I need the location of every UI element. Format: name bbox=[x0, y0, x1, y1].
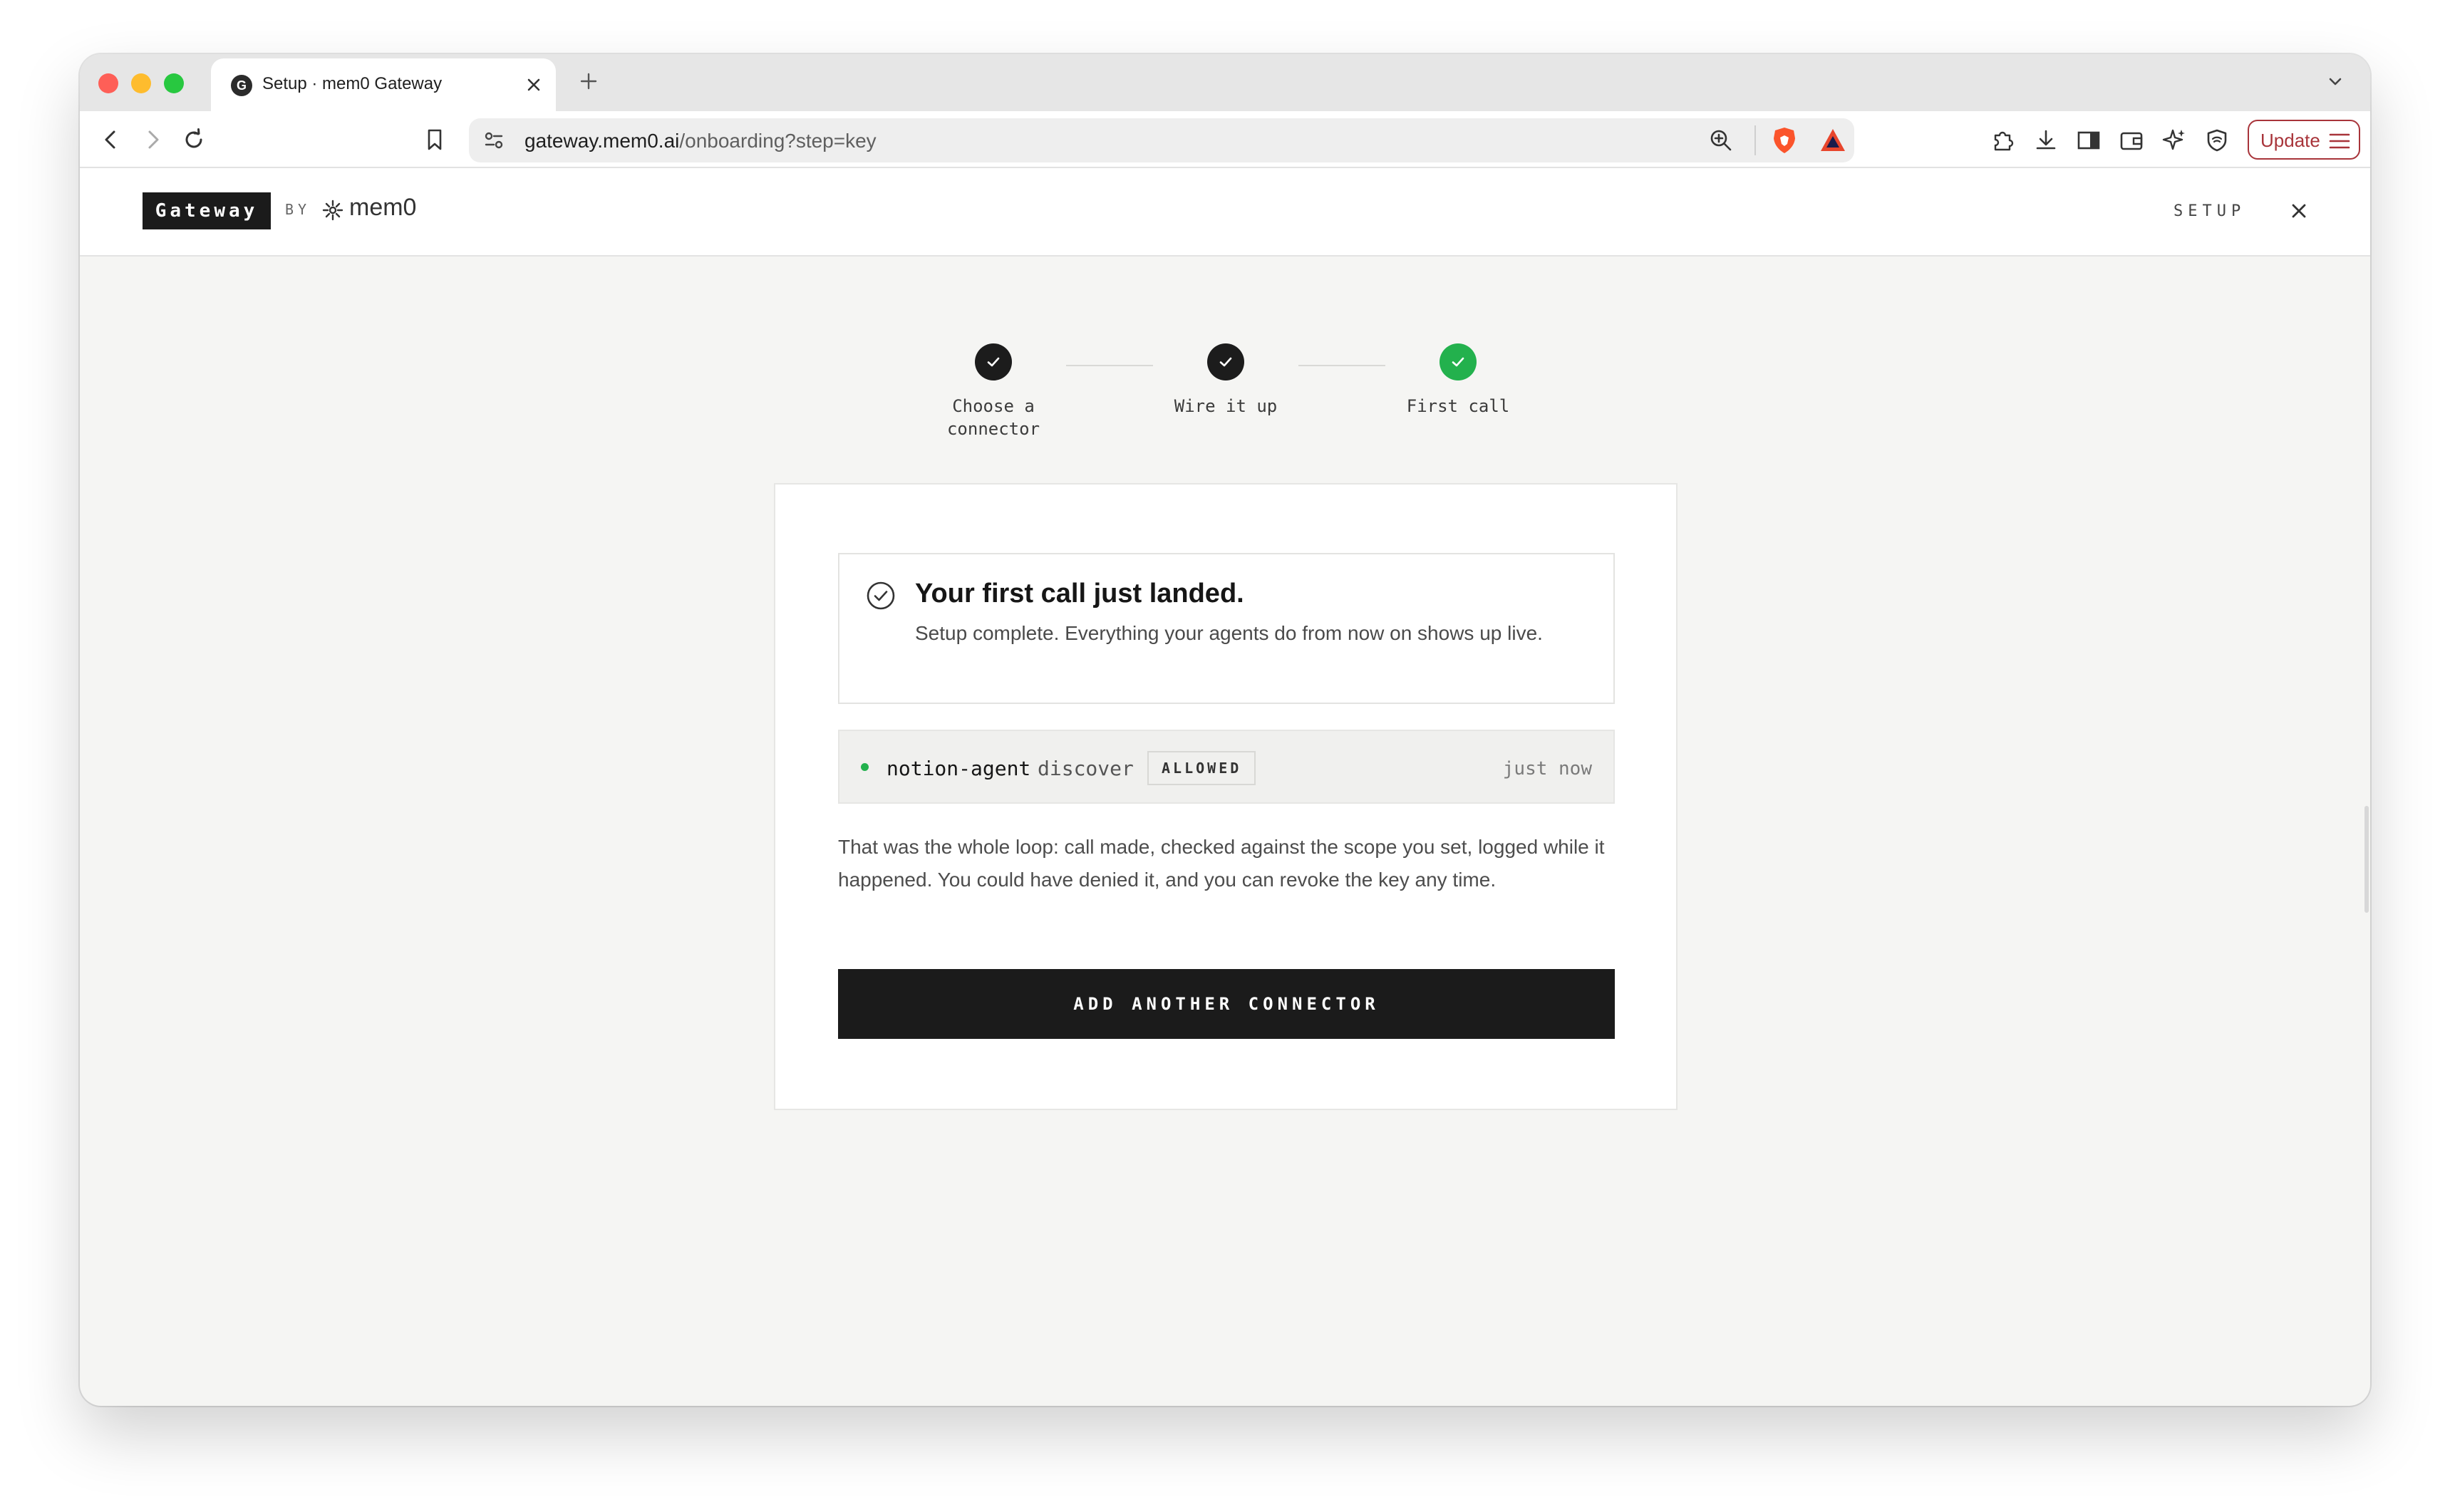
step-connector-2 bbox=[1298, 365, 1385, 366]
brave-shields-icon[interactable] bbox=[1770, 125, 1799, 155]
downloads-icon[interactable] bbox=[2032, 127, 2059, 154]
step-2-label: Wire it up bbox=[1174, 396, 1278, 416]
address-bar-divider bbox=[1754, 125, 1756, 155]
vpn-shield-icon[interactable] bbox=[2203, 127, 2231, 154]
menu-icon bbox=[2329, 132, 2350, 150]
url-text: gateway.mem0.ai/onboarding?step=key bbox=[524, 130, 877, 152]
app-header: Gateway BY mem0 SETUP bbox=[80, 168, 2370, 257]
minimize-window-button[interactable] bbox=[131, 73, 151, 93]
bookmark-icon[interactable] bbox=[422, 127, 448, 152]
gateway-logo[interactable]: Gateway bbox=[143, 192, 271, 229]
step-1-label: Choose a connector bbox=[946, 396, 1040, 439]
tab-strip: G Setup · mem0 Gateway bbox=[80, 54, 2370, 111]
forward-icon[interactable] bbox=[140, 127, 165, 152]
explanation-text: That was the whole loop: call made, chec… bbox=[838, 836, 1605, 891]
section-label: SETUP bbox=[2174, 202, 2246, 220]
brave-rewards-icon[interactable] bbox=[1819, 127, 1847, 154]
step-3-check-icon bbox=[1439, 343, 1477, 380]
event-action: discover bbox=[1038, 757, 1134, 780]
setup-complete-card: Your first call just landed. Setup compl… bbox=[774, 483, 1678, 1110]
extensions-icon[interactable] bbox=[1990, 127, 2017, 154]
site-settings-icon[interactable] bbox=[480, 127, 507, 154]
update-button[interactable]: Update bbox=[2248, 120, 2360, 160]
close-window-button[interactable] bbox=[98, 73, 118, 93]
close-icon[interactable] bbox=[2288, 200, 2310, 222]
wallet-icon[interactable] bbox=[2118, 127, 2145, 154]
agent-name: notion-agent bbox=[887, 757, 1031, 780]
sidebar-toggle-icon[interactable] bbox=[2075, 127, 2102, 154]
browser-toolbar: gateway.mem0.ai/onboarding?step=key Upda… bbox=[80, 111, 2370, 168]
tab-close-icon[interactable] bbox=[524, 76, 543, 94]
add-another-connector-button[interactable]: ADD ANOTHER CONNECTOR bbox=[838, 969, 1615, 1039]
reload-icon[interactable] bbox=[181, 127, 207, 152]
browser-tab[interactable]: G Setup · mem0 Gateway bbox=[211, 58, 556, 111]
success-title: Your first call just landed. bbox=[915, 579, 1244, 609]
mem0-brand-text: mem0 bbox=[349, 194, 417, 221]
status-badge: ALLOWED bbox=[1147, 751, 1256, 785]
check-circle-icon bbox=[865, 580, 896, 611]
zoom-icon[interactable] bbox=[1707, 127, 1735, 154]
mem0-logo-icon bbox=[321, 198, 345, 222]
event-time: just now bbox=[1502, 758, 1592, 780]
step-2-check-icon bbox=[1207, 343, 1244, 380]
event-log-row[interactable]: notion-agent discover ALLOWED just now bbox=[838, 730, 1615, 804]
success-subtitle: Setup complete. Everything your agents d… bbox=[915, 622, 1543, 644]
update-label: Update bbox=[2260, 130, 2320, 151]
tab-title: Setup · mem0 Gateway bbox=[262, 74, 443, 93]
favicon-icon: G bbox=[231, 75, 252, 96]
back-icon[interactable] bbox=[98, 127, 124, 152]
tab-list-chevron-icon[interactable] bbox=[2326, 73, 2345, 91]
new-tab-icon[interactable] bbox=[577, 70, 600, 93]
browser-window: G Setup · mem0 Gateway gateway.mem0.ai/o… bbox=[80, 54, 2370, 1406]
step-connector-1 bbox=[1066, 365, 1153, 366]
by-label: BY bbox=[285, 201, 311, 218]
zoom-window-button[interactable] bbox=[164, 73, 184, 93]
success-banner: Your first call just landed. Setup compl… bbox=[838, 553, 1615, 704]
step-3-label: First call bbox=[1406, 396, 1510, 416]
step-1-check-icon bbox=[975, 343, 1012, 380]
status-dot bbox=[861, 763, 869, 771]
leo-ai-icon[interactable] bbox=[2161, 127, 2188, 154]
scrollbar[interactable] bbox=[2364, 806, 2369, 913]
address-bar[interactable]: gateway.mem0.ai/onboarding?step=key bbox=[469, 118, 1854, 162]
